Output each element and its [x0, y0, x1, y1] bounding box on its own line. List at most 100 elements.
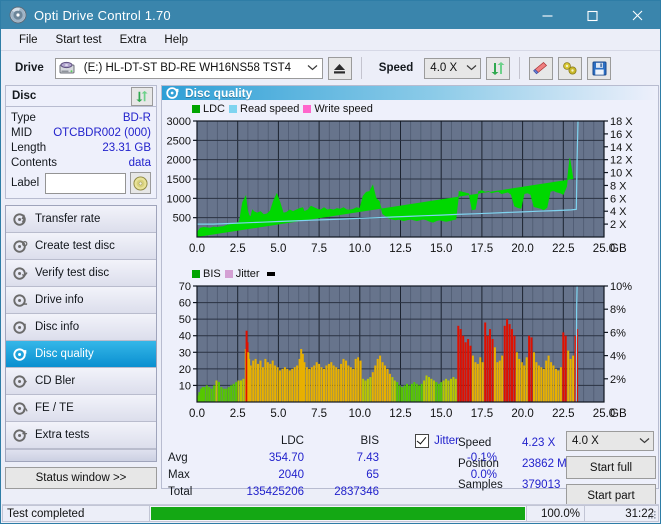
drive-select[interactable]: (E:) HL-DT-ST BD-RE WH16NS58 TST4 — [54, 57, 323, 79]
svg-text:2.5: 2.5 — [230, 408, 246, 420]
sidebar-item-verify-test-disc[interactable]: Verify test disc — [6, 260, 156, 287]
sidebar-item-drive-info[interactable]: Drive info — [6, 287, 156, 314]
svg-text:10%: 10% — [610, 281, 632, 293]
legend-swatch-bis — [192, 269, 200, 278]
svg-text:14 X: 14 X — [610, 142, 633, 154]
disc-label-input[interactable] — [45, 172, 127, 194]
sidebar-item-create-test-disc[interactable]: Create test disc — [6, 233, 156, 260]
speed-select-value: 4.0 X — [430, 62, 458, 74]
menu-item-help[interactable]: Help — [155, 32, 197, 48]
save-button[interactable] — [587, 56, 612, 80]
svg-text:1000: 1000 — [167, 193, 191, 205]
status-window-button[interactable]: Status window >> — [5, 467, 157, 489]
legend-label-write-speed: Write speed — [314, 102, 373, 115]
menu-item-file[interactable]: File — [10, 32, 47, 48]
svg-text:3000: 3000 — [167, 116, 191, 128]
sidebar-item-fe-te[interactable]: FE / TE — [6, 395, 156, 422]
legend-swatch-write-speed — [303, 104, 312, 113]
disc-quality-icon — [13, 347, 28, 362]
sidebar-item-extra-tests[interactable]: Extra tests — [6, 422, 156, 449]
svg-text:0.0: 0.0 — [189, 243, 205, 255]
readout-samples-value: 379013 — [522, 478, 561, 491]
jitter-checkbox[interactable] — [415, 433, 430, 448]
svg-text:2 X: 2 X — [610, 219, 627, 231]
status-text: Test completed — [2, 505, 150, 522]
disc-refresh-button[interactable] — [131, 86, 153, 106]
svg-text:20.0: 20.0 — [511, 243, 533, 255]
svg-text:12.5: 12.5 — [389, 408, 411, 420]
svg-text:17.5: 17.5 — [471, 243, 493, 255]
svg-text:10.0: 10.0 — [349, 408, 371, 420]
disc-mid-value: OTCBDR002 (000) — [53, 126, 151, 139]
test-controls: 4.0 X Start full Start part — [566, 431, 656, 507]
sidebar-item-transfer-rate[interactable]: Transfer rate — [6, 206, 156, 233]
svg-text:2.5: 2.5 — [230, 243, 246, 255]
disc-contents-label: Contents — [11, 156, 58, 169]
disc-quality-panel: Disc quality LDC Read speed Write speed … — [161, 85, 659, 507]
menu-item-extra[interactable]: Extra — [111, 32, 156, 48]
disc-row-length: Length 23.31 GB — [11, 140, 151, 155]
legend-swatch-jitter — [224, 269, 233, 278]
stat-total-ldc: 135425206 — [246, 485, 304, 498]
statistics-table: LDC BIS Jitter Avg 354.70 7.43 -0.1% Max… — [168, 432, 497, 500]
svg-text:30: 30 — [179, 347, 191, 359]
stat-corner — [168, 432, 216, 449]
window-controls — [525, 1, 660, 29]
svg-text:2500: 2500 — [167, 135, 191, 147]
svg-text:22.5: 22.5 — [552, 408, 574, 420]
svg-text:16 X: 16 X — [610, 129, 633, 141]
ldc-chart-legend: LDC Read speed Write speed — [164, 102, 656, 115]
sidebar-item-label: Extra tests — [35, 429, 90, 441]
svg-text:2000: 2000 — [167, 155, 191, 167]
toolbar-separator-1 — [360, 57, 362, 79]
disc-bler-icon — [13, 374, 28, 389]
menu-item-start-test[interactable]: Start test — [47, 32, 111, 48]
readout-speed-value: 4.23 X — [522, 436, 556, 449]
test-speed-select[interactable]: 4.0 X — [566, 431, 654, 451]
svg-text:4%: 4% — [610, 351, 626, 363]
statistics-area: LDC BIS Jitter Avg 354.70 7.43 -0.1% Max… — [162, 430, 658, 507]
speed-select[interactable]: 4.0 X — [424, 57, 482, 79]
legend-jitter: Jitter — [224, 268, 260, 280]
legend-swatch-ldc — [192, 104, 200, 113]
stat-header-bis: BIS — [360, 434, 379, 447]
svg-text:0.0: 0.0 — [189, 408, 205, 420]
disc-row-contents: Contents data — [11, 155, 151, 170]
chevron-down-icon — [635, 436, 653, 446]
charts-container: LDC Read speed Write speed 500 1000 1500 20… — [162, 100, 658, 430]
stat-row-label-total: Total — [168, 485, 193, 498]
disc-panel-title: Disc — [12, 90, 37, 102]
eject-button[interactable] — [327, 56, 352, 80]
disc-row-mid: MID OTCBDR002 (000) — [11, 125, 151, 140]
svg-text:22.5: 22.5 — [552, 243, 574, 255]
disc-label-row: Label — [11, 172, 151, 194]
resize-grip-icon[interactable] — [647, 510, 657, 520]
sidebar-item-label: Disc info — [35, 321, 80, 333]
table-row: Avg 354.70 7.43 -0.1% — [168, 449, 497, 466]
toolbar-separator-2 — [519, 57, 521, 79]
svg-text:5.0: 5.0 — [270, 408, 286, 420]
sidebar-item-disc-info[interactable]: Disc info — [6, 314, 156, 341]
table-row: Total 135425206 2837346 — [168, 483, 497, 500]
maximize-button[interactable] — [570, 1, 615, 29]
minimize-button[interactable] — [525, 1, 570, 29]
disc-row-type: Type BD-R — [11, 110, 151, 125]
erase-button[interactable] — [529, 56, 554, 80]
tools-button[interactable] — [558, 56, 583, 80]
disc-extra-icon — [13, 428, 28, 443]
menu-bar: File Start test Extra Help — [1, 29, 660, 51]
title-bar: Opti Drive Control 1.70 — [1, 1, 660, 29]
svg-text:7.5: 7.5 — [311, 408, 327, 420]
stat-row-label-avg: Avg — [168, 451, 188, 464]
drive-label: Drive — [15, 62, 44, 74]
sidebar-item-disc-quality[interactable]: Disc quality — [6, 341, 156, 368]
disc-label-button[interactable] — [130, 172, 151, 194]
refresh-button[interactable] — [486, 56, 511, 80]
close-button[interactable] — [615, 1, 660, 29]
table-header-row: LDC BIS Jitter — [168, 432, 497, 449]
disc-length-value: 23.31 GB — [102, 141, 151, 154]
status-bar: Test completed 100.0% 31:22 — [2, 504, 659, 522]
sidebar-item-cd-bler[interactable]: CD Bler — [6, 368, 156, 395]
svg-text:GB: GB — [610, 408, 627, 420]
start-full-button[interactable]: Start full — [566, 456, 656, 479]
